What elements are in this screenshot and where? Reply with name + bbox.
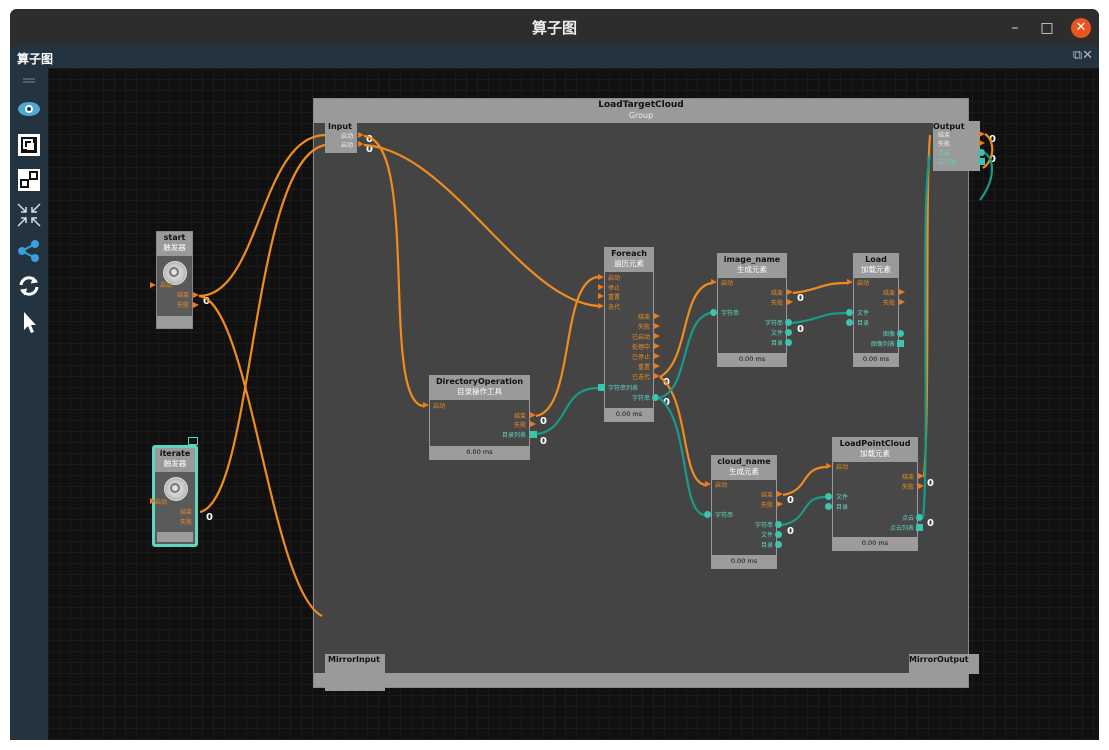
wire [198, 294, 323, 617]
wire [363, 134, 424, 408]
wire [535, 275, 599, 418]
wire [659, 281, 712, 378]
wire [198, 133, 326, 298]
wire [792, 281, 848, 295]
wire [658, 397, 705, 517]
connection-wires [198, 133, 994, 617]
wire [781, 495, 826, 527]
wire [791, 311, 847, 325]
wire [782, 465, 827, 497]
wire [979, 152, 993, 201]
